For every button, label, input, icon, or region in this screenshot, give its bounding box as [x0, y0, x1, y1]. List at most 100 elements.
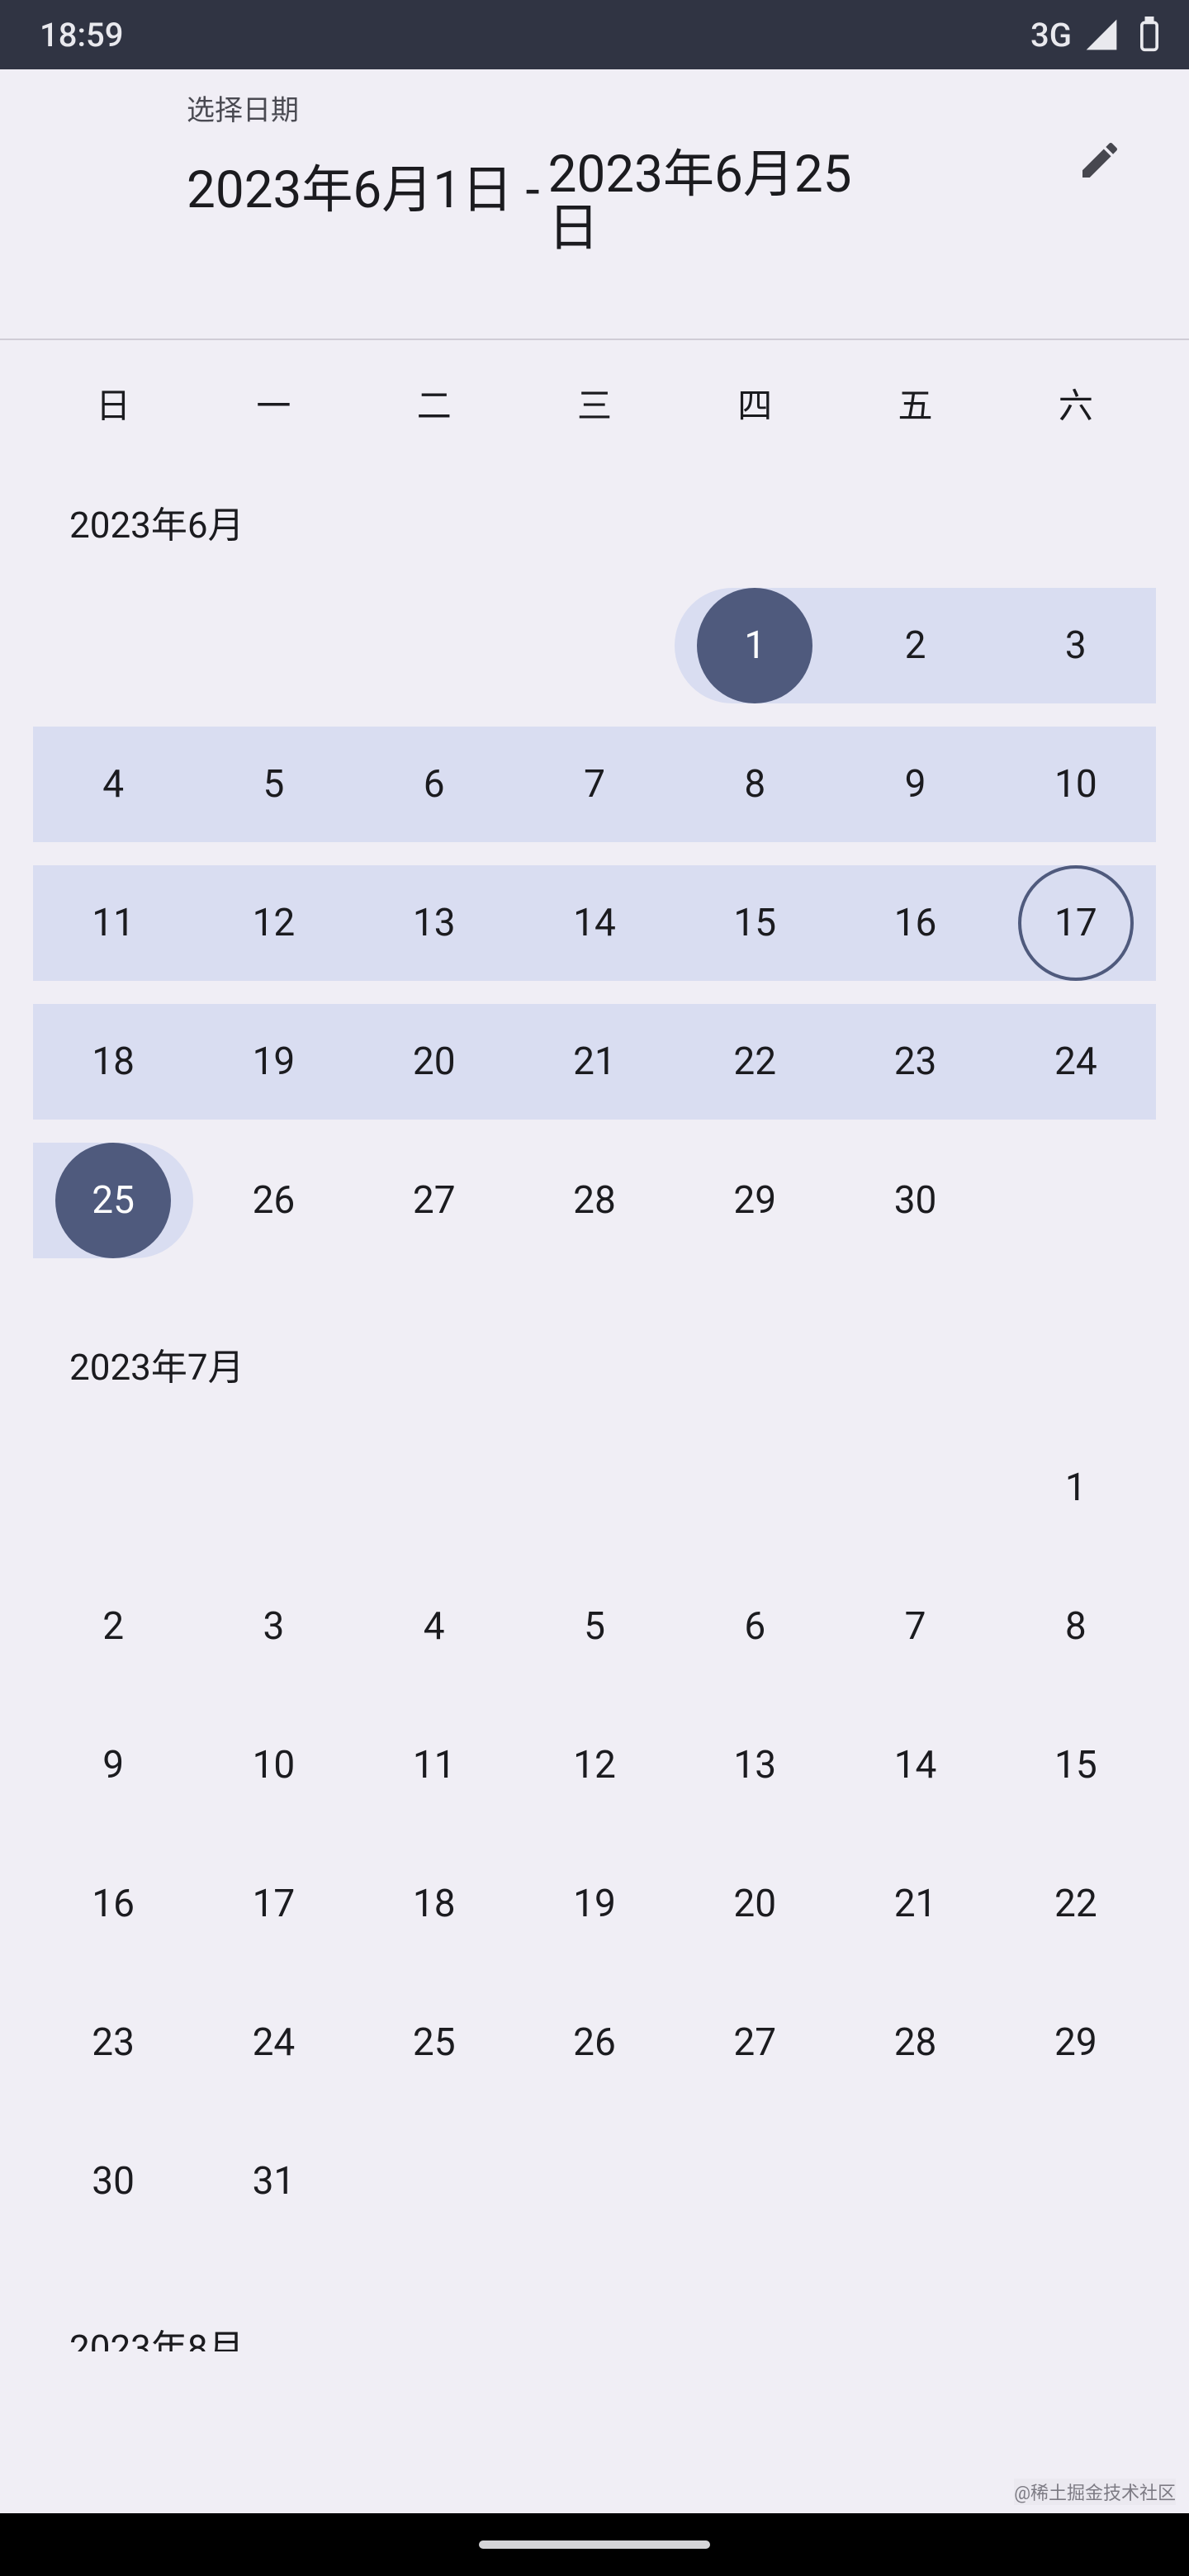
day-cell[interactable]: 2 [835, 588, 995, 703]
day-number: 20 [733, 1882, 776, 1926]
day-cell[interactable]: 17 [193, 1846, 353, 1962]
day-cell[interactable]: 20 [675, 1846, 835, 1962]
day-cell[interactable]: 17 [996, 865, 1156, 981]
day-blank [514, 1430, 675, 1546]
day-cell[interactable]: 8 [675, 727, 835, 842]
day-cell[interactable]: 29 [675, 1143, 835, 1258]
day-cell[interactable]: 25 [354, 1985, 514, 2100]
calendar-scroll[interactable]: 2023年6月123456789101112131415161718192021… [33, 462, 1156, 2351]
day-cell[interactable]: 18 [354, 1846, 514, 1962]
weekday-tue: 二 [354, 363, 514, 443]
weekday-fri: 五 [835, 363, 995, 443]
day-cell[interactable]: 20 [354, 1004, 514, 1120]
day-number: 3 [1065, 623, 1087, 668]
day-cell[interactable]: 27 [354, 1143, 514, 1258]
day-cell[interactable]: 9 [835, 727, 995, 842]
day-number: 10 [253, 1743, 296, 1788]
day-cell[interactable]: 26 [193, 1143, 353, 1258]
day-cell[interactable]: 23 [835, 1004, 995, 1120]
day-number: 15 [1054, 1743, 1097, 1788]
day-number: 1 [744, 623, 765, 668]
day-cell[interactable]: 16 [835, 865, 995, 981]
day-cell[interactable]: 11 [33, 865, 193, 981]
day-cell[interactable]: 22 [675, 1004, 835, 1120]
day-blank [514, 588, 675, 703]
day-blank [193, 1430, 353, 1546]
day-cell[interactable]: 16 [33, 1846, 193, 1962]
day-cell[interactable]: 13 [354, 865, 514, 981]
battery-icon [1131, 17, 1168, 53]
day-number: 31 [253, 2159, 296, 2204]
day-cell[interactable]: 11 [354, 1707, 514, 1823]
day-cell[interactable]: 25 [33, 1143, 193, 1258]
day-cell[interactable]: 21 [514, 1004, 675, 1120]
day-cell[interactable]: 31 [193, 2124, 353, 2239]
day-cell[interactable]: 3 [193, 1569, 353, 1684]
day-cell[interactable]: 1 [996, 1430, 1156, 1546]
day-cell[interactable]: 12 [514, 1707, 675, 1823]
day-cell[interactable]: 5 [193, 727, 353, 842]
watermark: @稀土掘金技术社区 [1014, 2479, 1176, 2505]
day-number: 12 [573, 1743, 616, 1788]
weekday-wed: 三 [514, 363, 675, 443]
day-cell[interactable]: 10 [996, 727, 1156, 842]
day-cell[interactable]: 24 [193, 1985, 353, 2100]
day-number: 21 [573, 1039, 616, 1084]
day-number: 13 [413, 901, 456, 945]
day-cell[interactable]: 22 [996, 1846, 1156, 1962]
day-cell[interactable]: 6 [675, 1569, 835, 1684]
day-number: 28 [573, 1178, 616, 1223]
day-cell[interactable]: 7 [835, 1569, 995, 1684]
day-cell[interactable]: 19 [514, 1846, 675, 1962]
day-cell[interactable]: 29 [996, 1985, 1156, 2100]
nav-home-indicator[interactable] [479, 2540, 710, 2549]
day-cell[interactable]: 9 [33, 1707, 193, 1823]
day-number: 6 [424, 762, 445, 807]
day-number: 26 [253, 1178, 296, 1223]
day-cell[interactable]: 12 [193, 865, 353, 981]
day-cell[interactable]: 8 [996, 1569, 1156, 1684]
day-cell[interactable]: 30 [33, 2124, 193, 2239]
day-number: 19 [573, 1882, 616, 1926]
day-number: 27 [413, 1178, 456, 1223]
day-cell[interactable]: 4 [354, 1569, 514, 1684]
day-number: 9 [905, 762, 926, 807]
day-cell[interactable]: 15 [675, 865, 835, 981]
day-cell[interactable]: 26 [514, 1985, 675, 2100]
day-cell[interactable]: 28 [514, 1143, 675, 1258]
day-cell[interactable]: 3 [996, 588, 1156, 703]
day-number: 8 [1065, 1604, 1087, 1649]
day-blank [354, 1430, 514, 1546]
day-number: 2 [905, 623, 926, 668]
month-grid: 1234567891011121314151617181920212223242… [33, 588, 1156, 1258]
day-cell[interactable]: 28 [835, 1985, 995, 2100]
signal-icon [1083, 17, 1120, 53]
day-cell[interactable]: 6 [354, 727, 514, 842]
day-cell[interactable]: 18 [33, 1004, 193, 1120]
day-cell[interactable]: 13 [675, 1707, 835, 1823]
day-cell[interactable]: 30 [835, 1143, 995, 1258]
day-blank [33, 1430, 193, 1546]
day-cell[interactable]: 14 [835, 1707, 995, 1823]
day-cell[interactable]: 4 [33, 727, 193, 842]
day-cell[interactable]: 23 [33, 1985, 193, 2100]
day-cell[interactable]: 21 [835, 1846, 995, 1962]
selected-range: 2023年6月1日 - 2023年6月25日 [187, 148, 1156, 255]
day-cell[interactable]: 5 [514, 1569, 675, 1684]
day-number: 10 [1054, 762, 1097, 807]
day-cell[interactable]: 10 [193, 1707, 353, 1823]
day-cell[interactable]: 1 [675, 588, 835, 703]
day-number: 21 [894, 1882, 937, 1926]
day-cell[interactable]: 24 [996, 1004, 1156, 1120]
day-cell[interactable]: 2 [33, 1569, 193, 1684]
day-cell[interactable]: 15 [996, 1707, 1156, 1823]
day-cell[interactable]: 7 [514, 727, 675, 842]
day-cell[interactable]: 19 [193, 1004, 353, 1120]
day-number: 23 [92, 2020, 135, 2065]
day-cell[interactable]: 14 [514, 865, 675, 981]
day-number: 19 [253, 1039, 296, 1084]
edit-button[interactable] [1070, 130, 1130, 190]
day-cell[interactable]: 27 [675, 1985, 835, 2100]
day-number: 16 [92, 1882, 135, 1926]
day-blank [193, 588, 353, 703]
